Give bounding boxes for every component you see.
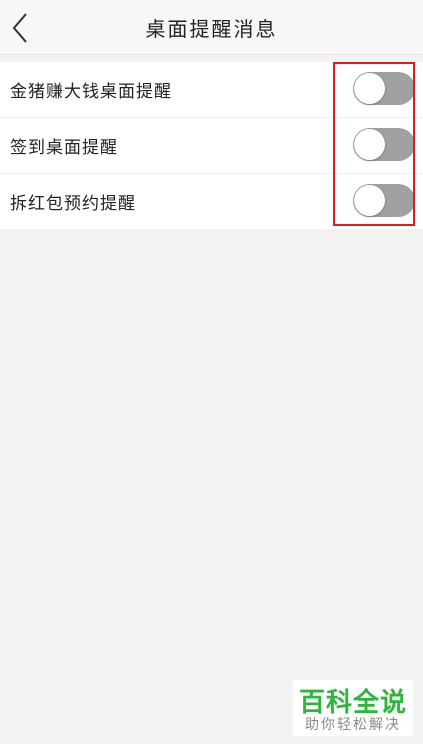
setting-label: 拆红包预约提醒: [10, 194, 136, 214]
watermark-subtitle: 助你轻松解决: [305, 717, 401, 733]
toggle-knob: [354, 185, 385, 216]
top-navigation-bar: 桌面提醒消息: [0, 0, 423, 55]
setting-row-checkin-reminder: 签到桌面提醒: [0, 118, 423, 174]
page-title: 桌面提醒消息: [145, 17, 278, 41]
red-packet-reminder-toggle[interactable]: [353, 184, 415, 217]
toggle-knob: [354, 73, 385, 104]
pig-money-reminder-toggle[interactable]: [353, 72, 415, 105]
reminder-settings-list: 金猪赚大钱桌面提醒 签到桌面提醒 拆红包预约提醒: [0, 62, 423, 229]
checkin-reminder-toggle[interactable]: [353, 128, 415, 161]
setting-label: 金猪赚大钱桌面提醒: [10, 82, 172, 102]
setting-label: 签到桌面提醒: [10, 138, 118, 158]
setting-row-red-packet-reminder: 拆红包预约提醒: [0, 174, 423, 229]
setting-row-pig-money-reminder: 金猪赚大钱桌面提醒: [0, 62, 423, 118]
watermark-logo: 百科全说 助你轻松解决: [293, 680, 413, 736]
toggle-knob: [354, 129, 385, 160]
